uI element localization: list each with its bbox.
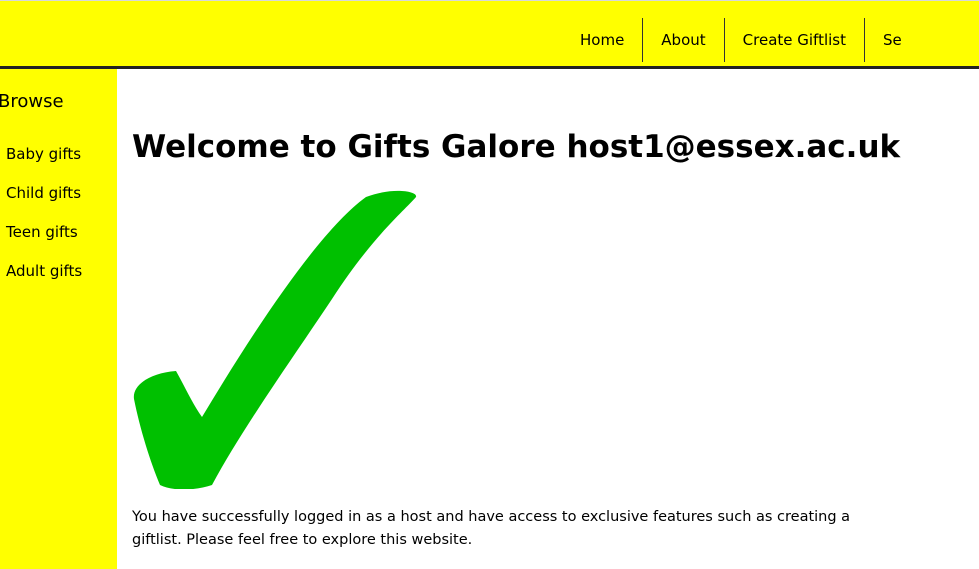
nav-about-link[interactable]: About	[643, 18, 723, 62]
sidebar-item-teen-gifts[interactable]: Teen gifts	[6, 222, 82, 261]
sidebar-item-child-gifts[interactable]: Child gifts	[6, 183, 82, 222]
main-nav: Home About Create Giftlist Se	[562, 18, 920, 62]
checkmark-shape	[133, 191, 417, 489]
intro-text: You have successfully logged in as a hos…	[132, 509, 851, 548]
sidebar-item-adult-gifts[interactable]: Adult gifts	[6, 261, 82, 300]
checkmark-icon	[133, 191, 417, 489]
page-title: Welcome to Gifts Galore host1@essex.ac.u…	[132, 129, 901, 165]
nav-search-link[interactable]: Se	[865, 18, 920, 62]
nav-home-link[interactable]: Home	[562, 18, 642, 62]
browse-sidebar: Browse Baby gifts Child gifts Teen gifts…	[0, 69, 117, 569]
top-navbar: Home About Create Giftlist Se	[0, 0, 979, 69]
sidebar-title: Browse	[0, 91, 64, 112]
nav-create-giftlist-link[interactable]: Create Giftlist	[725, 18, 864, 62]
sidebar-item-baby-gifts[interactable]: Baby gifts	[6, 144, 82, 183]
sidebar-list: Baby gifts Child gifts Teen gifts Adult …	[6, 144, 82, 300]
